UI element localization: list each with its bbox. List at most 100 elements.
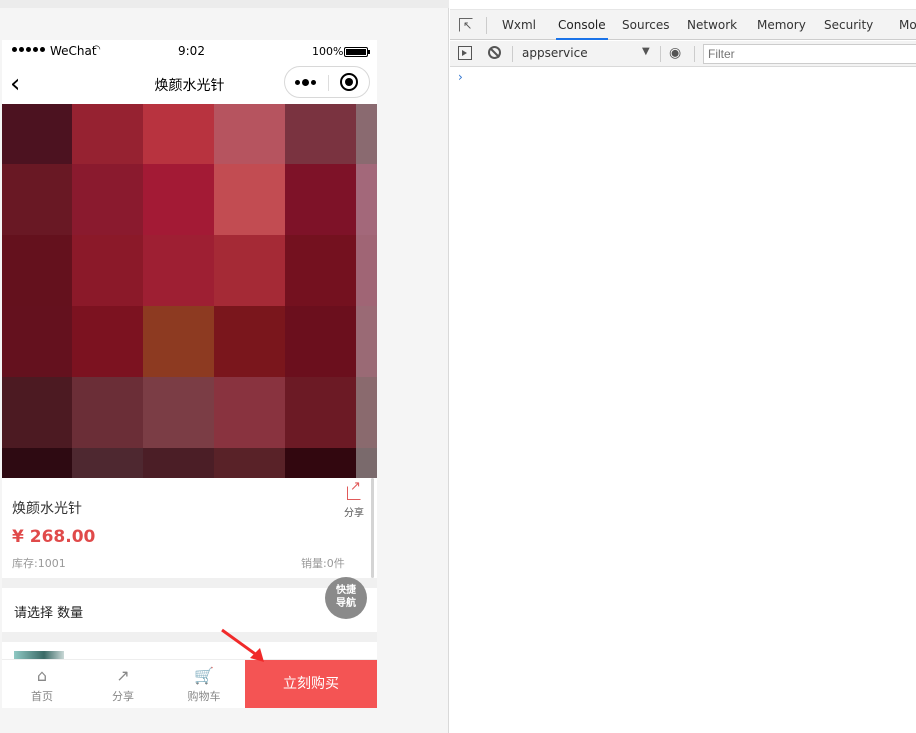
- tab-cart-label: 购物车: [187, 690, 221, 703]
- share-icon: [347, 479, 361, 500]
- image-pixel-block: [214, 235, 285, 306]
- tab-cart[interactable]: 🛒 购物车: [164, 660, 244, 708]
- quick-nav-line1: 快捷: [336, 585, 356, 596]
- image-pixel-block: [214, 377, 285, 448]
- image-pixel-block: [72, 448, 143, 478]
- section-divider: [2, 578, 377, 588]
- image-pixel-block: [285, 448, 356, 478]
- image-pixel-block: [356, 104, 377, 164]
- tab-share-label: 分享: [112, 690, 134, 703]
- tab-more[interactable]: Mo: [899, 18, 916, 32]
- status-bar: WeChat ◠ 9:02 100%: [2, 40, 377, 64]
- tab-security[interactable]: Security: [824, 18, 873, 32]
- image-pixel-block: [214, 306, 285, 377]
- tab-sources[interactable]: Sources: [622, 18, 669, 32]
- image-pixel-block: [143, 377, 214, 448]
- battery-icon: [344, 47, 370, 57]
- image-pixel-block: [214, 448, 285, 478]
- image-pixel-block: [72, 377, 143, 448]
- image-pixel-block: [72, 235, 143, 306]
- toolbar-divider: [660, 46, 661, 62]
- spec-select-label: 请选择 数量: [14, 606, 84, 621]
- image-pixel-block: [143, 235, 214, 306]
- product-stock: 库存:1001: [12, 557, 66, 570]
- status-time: 9:02: [178, 44, 205, 58]
- carrier-label: WeChat: [50, 44, 97, 58]
- tab-home-label: 首页: [31, 690, 53, 703]
- store-icon: ⌂: [36, 666, 48, 685]
- image-pixel-block: [285, 104, 356, 164]
- image-pixel-block: [356, 377, 377, 448]
- more-icon[interactable]: [295, 79, 316, 86]
- toolbar-divider: [486, 17, 487, 34]
- phone-screen: WeChat ◠ 9:02 100% ‹ 焕颜水光针 焕颜水光针 分享 ¥ 26…: [2, 40, 377, 708]
- inspect-element-icon[interactable]: [459, 18, 473, 32]
- share-button[interactable]: 分享: [342, 479, 366, 519]
- image-pixel-block: [72, 164, 143, 235]
- context-select[interactable]: appservice: [522, 46, 588, 60]
- devtools-top-strip: [450, 0, 916, 10]
- devtools-panel: Wxml Console Sources Network Memory Secu…: [450, 0, 916, 733]
- tab-network[interactable]: Network: [687, 18, 737, 32]
- product-sales: 销量:0件: [301, 557, 345, 570]
- image-pixel-block: [2, 164, 72, 235]
- bottom-tab-bar: ⌂ 首页 ↗ 分享 🛒 购物车 立刻购买: [2, 659, 377, 708]
- image-pixel-block: [143, 448, 214, 478]
- image-pixel-block: [285, 306, 356, 377]
- simulator-top-strip: [0, 0, 449, 8]
- image-pixel-block: [356, 306, 377, 377]
- cart-icon: 🛒: [194, 666, 214, 685]
- image-pixel-block: [285, 377, 356, 448]
- nav-bar: ‹ 焕颜水光针: [2, 64, 377, 104]
- image-pixel-block: [72, 306, 143, 377]
- simulator-panel: WeChat ◠ 9:02 100% ‹ 焕颜水光针 焕颜水光针 分享 ¥ 26…: [0, 0, 449, 733]
- tab-home[interactable]: ⌂ 首页: [2, 660, 82, 708]
- wifi-icon: ◠: [92, 44, 101, 55]
- image-pixel-block: [285, 164, 356, 235]
- annotation-arrow-icon: [221, 628, 264, 662]
- image-pixel-block: [285, 235, 356, 306]
- toolbar-divider: [694, 46, 695, 62]
- image-pixel-block: [2, 235, 72, 306]
- image-pixel-block: [72, 104, 143, 164]
- console-prompt[interactable]: ›: [458, 70, 463, 84]
- tab-console[interactable]: Console: [556, 18, 608, 40]
- battery-percent: 100%: [312, 45, 344, 58]
- product-image[interactable]: [2, 104, 377, 478]
- product-price: ¥ 268.00: [12, 527, 96, 547]
- devtools-tab-bar: Wxml Console Sources Network Memory Secu…: [450, 10, 916, 40]
- image-pixel-block: [143, 306, 214, 377]
- toolbar-divider: [512, 46, 513, 62]
- image-pixel-block: [356, 235, 377, 306]
- image-pixel-block: [2, 104, 72, 164]
- clear-console-icon[interactable]: [488, 46, 501, 59]
- product-name: 焕颜水光针: [12, 501, 82, 517]
- product-info: 焕颜水光针 分享 ¥ 268.00 库存:1001 销量:0件: [2, 478, 377, 578]
- console-toolbar: appservice ▼ ◉: [450, 41, 916, 67]
- close-miniprogram-icon[interactable]: [340, 73, 358, 91]
- tab-memory[interactable]: Memory: [757, 18, 806, 32]
- share-out-icon: ↗: [116, 666, 130, 685]
- image-pixel-block: [356, 164, 377, 235]
- menu-capsule: [284, 66, 370, 98]
- image-pixel-block: [356, 448, 377, 478]
- image-pixel-block: [214, 104, 285, 164]
- dropdown-arrow-icon[interactable]: ▼: [642, 46, 650, 57]
- image-pixel-block: [143, 104, 214, 164]
- signal-icon: [12, 47, 45, 52]
- capsule-divider: [328, 75, 329, 91]
- scrollbar[interactable]: [371, 478, 374, 578]
- eye-icon[interactable]: ◉: [669, 46, 681, 60]
- image-pixel-block: [143, 164, 214, 235]
- buy-now-button[interactable]: 立刻购买: [245, 660, 377, 708]
- share-label: 分享: [344, 508, 364, 519]
- quick-nav-button[interactable]: 快捷 导航: [325, 577, 367, 619]
- image-pixel-block: [2, 377, 72, 448]
- filter-input[interactable]: [703, 44, 916, 64]
- tab-share[interactable]: ↗ 分享: [83, 660, 163, 708]
- section-divider: [2, 632, 377, 642]
- show-drawer-icon[interactable]: [458, 46, 472, 60]
- quick-nav-line2: 导航: [336, 598, 356, 609]
- tab-wxml[interactable]: Wxml: [502, 18, 536, 32]
- spec-select-row[interactable]: 请选择 数量: [2, 588, 377, 632]
